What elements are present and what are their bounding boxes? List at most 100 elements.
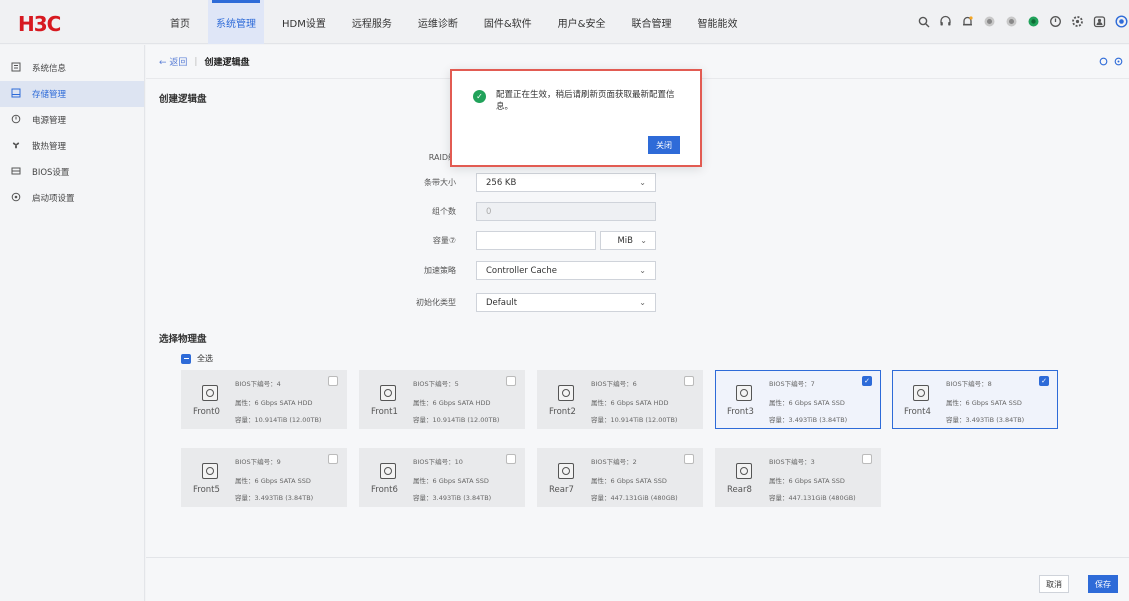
disk-bios-number: BIOS下编号：2 [591, 458, 637, 466]
help-icon[interactable] [1114, 14, 1129, 29]
form-row-stripe: 条带大小 256 KB ⌄ [326, 173, 656, 192]
disk-checkbox[interactable] [328, 454, 338, 464]
hard-disk-icon [558, 385, 574, 401]
sidebar-item-label: 电源管理 [32, 116, 67, 126]
refresh-icon[interactable] [1099, 57, 1108, 69]
nav-item-federation[interactable]: 联合管理 [623, 0, 679, 44]
select-physical-disk-title: 选择物理盘 [159, 334, 207, 345]
stripe-size-select[interactable]: 256 KB ⌄ [476, 173, 656, 192]
headset-icon[interactable] [938, 14, 953, 29]
sidebar-item-label: 启动项设置 [32, 194, 75, 204]
disk-checkbox[interactable] [684, 454, 694, 464]
sidebar-item-bios[interactable]: BIOS设置 [0, 159, 144, 185]
disk-slot: Front0 [193, 407, 220, 417]
init-type-value: Default [486, 297, 518, 308]
nav-item-user-security[interactable]: 用户&安全 [550, 0, 614, 44]
disk-checkbox[interactable] [684, 376, 694, 386]
cancel-button[interactable]: 取消 [1039, 575, 1069, 593]
disk-bios-number: BIOS下编号：6 [591, 380, 637, 388]
back-link[interactable]: ← 返回 [159, 55, 187, 68]
nav-item-diagnostics[interactable]: 运维诊断 [410, 0, 466, 44]
disk-card-front6[interactable]: Front6 BIOS下编号：10 属性：6 Gbps SATA SSD 容量：… [359, 448, 525, 507]
sidebar-item-power[interactable]: 电源管理 [0, 107, 144, 133]
close-button[interactable]: 关闭 [648, 136, 680, 154]
disk-capacity: 容量：10.914TiB (12.00TB) [413, 416, 500, 424]
list-icon [10, 62, 22, 75]
disk-card-rear8[interactable]: Rear8 BIOS下编号：3 属性：6 Gbps SATA SSD 容量：44… [715, 448, 881, 507]
select-all-label: 全选 [197, 354, 213, 363]
sidebar-item-boot[interactable]: 启动项设置 [0, 185, 144, 211]
sidebar-item-storage[interactable]: 存储管理 [0, 81, 144, 107]
bell-icon[interactable] [960, 14, 975, 29]
health-icon[interactable] [1026, 14, 1041, 29]
success-check-icon: ✓ [473, 90, 486, 103]
storage-icon [10, 88, 22, 101]
disk-checkbox[interactable]: ✓ [862, 376, 872, 386]
save-button[interactable]: 保存 [1088, 575, 1118, 593]
capacity-unit-value: MiB [617, 235, 633, 246]
disk-capacity: 容量：447.131GiB (480GB) [591, 494, 678, 502]
top-icon-group [909, 14, 1129, 29]
sidebar-item-system-info[interactable]: 系统信息 [0, 55, 144, 81]
disk-card-front2[interactable]: Front2 BIOS下编号：6 属性：6 Gbps SATA HDD 容量：1… [537, 370, 703, 429]
disk-card-front0[interactable]: Front0 BIOS下编号：4 属性：6 Gbps SATA HDD 容量：1… [181, 370, 347, 429]
nav-item-firmware-software[interactable]: 固件&软件 [476, 0, 540, 44]
nav-item-energy[interactable]: 智能能效 [689, 0, 745, 44]
nav-item-system-management[interactable]: 系统管理 [208, 0, 264, 44]
page-tools [1099, 57, 1123, 69]
disk-card-front4[interactable]: Front4 BIOS下编号：8 属性：6 Gbps SATA SSD 容量：3… [892, 370, 1058, 429]
settings-icon[interactable] [1070, 14, 1085, 29]
chevron-down-icon: ⌄ [639, 178, 646, 187]
disk-slot: Front3 [727, 407, 754, 417]
status-icon[interactable] [1004, 14, 1019, 29]
group-count-input: 0 [476, 202, 656, 221]
init-type-select[interactable]: Default ⌄ [476, 293, 656, 312]
power-icon[interactable] [1048, 14, 1063, 29]
disk-slot: Front5 [193, 485, 220, 495]
capacity-input[interactable] [476, 231, 596, 250]
disk-card-front5[interactable]: Front5 BIOS下编号：9 属性：6 Gbps SATA SSD 容量：3… [181, 448, 347, 507]
nav-item-hdm-settings[interactable]: HDM设置 [274, 0, 334, 44]
disk-checkbox[interactable] [328, 376, 338, 386]
status-icon[interactable] [982, 14, 997, 29]
disk-slot: Front2 [549, 407, 576, 417]
form-row-capacity: 容量⑦ MiB ⌄ [326, 231, 656, 250]
search-icon[interactable] [916, 14, 931, 29]
sidebar-item-label: 散热管理 [32, 142, 67, 152]
sidebar-item-cooling[interactable]: 散热管理 [0, 133, 144, 159]
acceleration-policy-value: Controller Cache [486, 265, 557, 276]
capacity-unit-select[interactable]: MiB ⌄ [600, 231, 656, 250]
nav-item-home[interactable]: 首页 [162, 0, 198, 44]
disk-card-front3[interactable]: Front3 BIOS下编号：7 属性：6 Gbps SATA SSD 容量：3… [715, 370, 881, 429]
settings-icon[interactable] [1114, 57, 1123, 69]
power-icon [10, 114, 22, 127]
disk-checkbox[interactable] [506, 376, 516, 386]
disk-checkbox[interactable] [506, 454, 516, 464]
disk-bios-number: BIOS下编号：3 [769, 458, 815, 466]
acceleration-policy-label: 加速策略 [424, 266, 456, 275]
disk-card-front1[interactable]: Front1 BIOS下编号：5 属性：6 Gbps SATA HDD 容量：1… [359, 370, 525, 429]
form-footer: 取消 保存 [146, 557, 1129, 601]
nav-item-remote-service[interactable]: 远程服务 [344, 0, 400, 44]
hard-disk-icon [202, 463, 218, 479]
select-all-checkbox[interactable]: 全选 [181, 353, 213, 364]
hard-disk-icon [736, 463, 752, 479]
disk-capacity: 容量：10.914TiB (12.00TB) [591, 416, 678, 424]
create-logical-disk-title: 创建逻辑盘 [159, 94, 207, 105]
disk-property: 属性：6 Gbps SATA SSD [946, 399, 1022, 407]
disk-card-rear7[interactable]: Rear7 BIOS下编号：2 属性：6 Gbps SATA SSD 容量：44… [537, 448, 703, 507]
sidebar-item-label: 系统信息 [32, 64, 67, 74]
main-nav: 首页 系统管理 HDM设置 远程服务 运维诊断 固件&软件 用户&安全 联合管理… [162, 0, 755, 44]
acceleration-policy-select[interactable]: Controller Cache ⌄ [476, 261, 656, 280]
top-bar: H3C 首页 系统管理 HDM设置 远程服务 运维诊断 固件&软件 用户&安全 … [0, 0, 1129, 44]
chevron-down-icon: ⌄ [640, 236, 647, 245]
hard-disk-icon [558, 463, 574, 479]
dialog-message: 配置正在生效，稍后请刷新页面获取最新配置信息。 [496, 90, 675, 112]
account-icon[interactable] [1092, 14, 1107, 29]
form-row-init-type: 初始化类型 Default ⌄ [326, 293, 656, 312]
disk-bios-number: BIOS下编号：7 [769, 380, 815, 388]
hard-disk-icon [380, 463, 396, 479]
notification-dialog: ✓ 配置正在生效，稍后请刷新页面获取最新配置信息。 关闭 [450, 69, 702, 167]
disk-checkbox[interactable] [862, 454, 872, 464]
disk-checkbox[interactable]: ✓ [1039, 376, 1049, 386]
